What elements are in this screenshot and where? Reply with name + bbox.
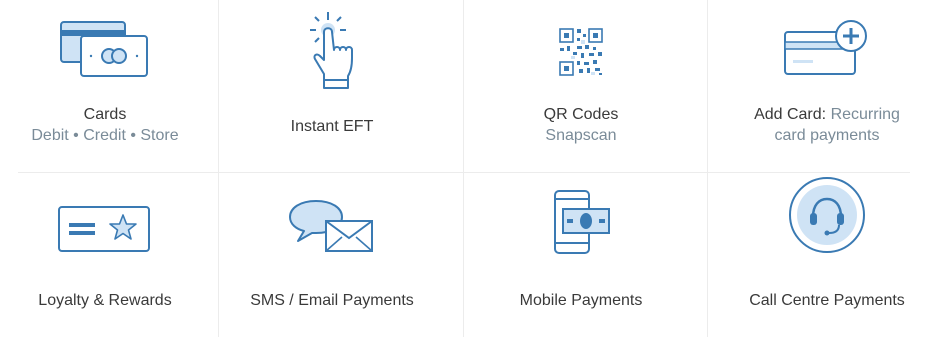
loyalty-card-icon <box>45 185 165 255</box>
headset-icon <box>767 177 887 255</box>
tap-hand-icon <box>272 0 392 92</box>
sms-email-icon <box>272 185 392 255</box>
tile-sublabel: card payments <box>774 127 880 144</box>
tile-instant-eft[interactable]: Instant EFT <box>227 0 437 137</box>
tile-label: QR Codes <box>543 106 619 123</box>
tile-sublabel-inline: Recurring <box>830 106 900 123</box>
tile-mobile-payments[interactable]: Mobile Payments <box>476 185 686 311</box>
tile-label: SMS / Email Payments <box>250 292 414 309</box>
tile-label: Call Centre Payments <box>749 292 905 309</box>
divider <box>18 172 910 173</box>
mobile-payment-icon <box>521 185 641 255</box>
tile-label: Cards <box>83 106 127 123</box>
tile-qr-codes[interactable]: QR Codes Snapscan <box>476 0 686 146</box>
tile-label: Add Card: <box>754 106 827 123</box>
divider <box>218 0 219 337</box>
cards-icon <box>45 0 165 78</box>
tile-loyalty-rewards[interactable]: Loyalty & Rewards <box>0 185 210 311</box>
tile-label: Instant EFT <box>290 118 374 135</box>
divider <box>707 0 708 337</box>
add-card-icon <box>767 0 887 78</box>
payment-methods-grid: Cards Debit • Credit • Store Instant EFT… <box>0 0 931 337</box>
tile-cards[interactable]: Cards Debit • Credit • Store <box>0 0 210 146</box>
tile-sublabel: Snapscan <box>545 127 617 144</box>
tile-sms-email-payments[interactable]: SMS / Email Payments <box>227 185 437 311</box>
tile-call-centre-payments[interactable]: Call Centre Payments <box>722 177 931 311</box>
qr-code-icon <box>521 0 641 78</box>
tile-sublabel: Debit • Credit • Store <box>31 127 179 144</box>
divider <box>463 0 464 337</box>
tile-add-card[interactable]: Add Card: Recurring card payments <box>722 0 931 146</box>
tile-label: Loyalty & Rewards <box>38 292 172 309</box>
tile-label: Mobile Payments <box>519 292 643 309</box>
